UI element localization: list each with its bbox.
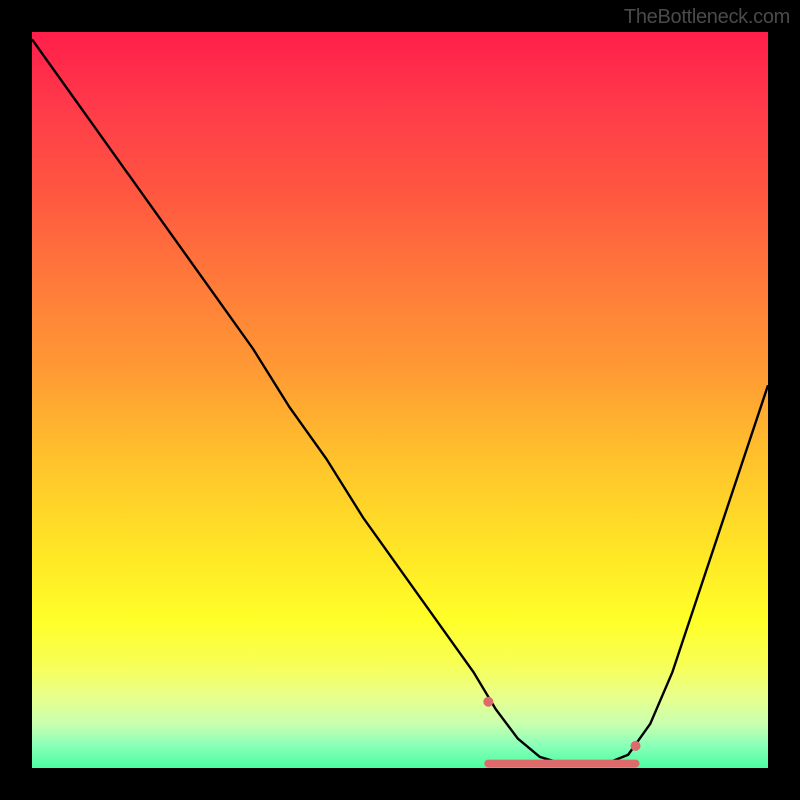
chart-container: TheBottleneck.com (0, 0, 800, 800)
watermark-text: TheBottleneck.com (624, 6, 790, 29)
curve-layer (32, 32, 768, 768)
optimal-point-right (631, 741, 641, 751)
plot-area (32, 32, 768, 768)
optimal-point-left (483, 697, 493, 707)
bottleneck-curve (32, 39, 768, 765)
